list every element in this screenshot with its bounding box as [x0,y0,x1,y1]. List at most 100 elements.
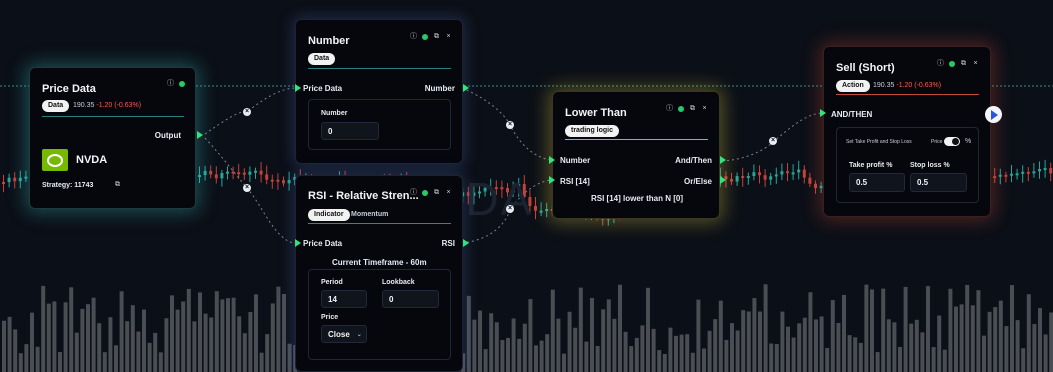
ticker-symbol: NVDA [76,154,108,166]
volume-bar [528,299,533,372]
volume-bar [730,323,734,372]
duplicate-icon[interactable]: ⧉ [689,105,696,112]
info-icon[interactable]: ⓘ [410,189,417,196]
volume-bar [954,306,958,372]
output-port-handle[interactable] [197,131,203,139]
volume-bar [254,294,258,372]
output-port-handle[interactable] [463,239,469,247]
input-port-handle[interactable] [295,239,301,247]
volume-bar [690,352,695,372]
volume-bar [987,311,992,372]
candle-body [1038,169,1041,172]
input-port-handle[interactable] [820,109,826,117]
volume-bar [192,321,197,372]
duplicate-icon[interactable]: ⧉ [433,189,440,196]
info-icon[interactable]: ⓘ [410,33,417,40]
node-title: Number [308,35,350,47]
rsi-node[interactable]: RSI - Relative Stren... ⓘ ⧉ × Indicator … [295,175,463,372]
candle-body [780,171,784,175]
volume-bar [965,284,970,372]
volume-bar [618,284,622,372]
candle-body [276,179,280,182]
volume-bar [52,301,57,372]
volume-bar [612,318,617,372]
volume-bar [18,353,23,372]
number-node[interactable]: Number ⓘ ⧉ × Data Price Data Number Numb… [295,19,463,164]
output-port-handle[interactable] [463,84,469,92]
volume-bar [550,289,555,372]
delete-connection-icon[interactable]: × [506,205,514,213]
input-port-handle[interactable] [295,84,301,92]
volume-bar [147,342,152,372]
or-else-output-handle[interactable] [720,176,726,184]
close-icon[interactable]: × [445,33,452,40]
volume-bar [203,313,208,372]
period-input[interactable]: 14 [321,290,367,308]
status-dot-icon [422,33,428,40]
node-actions: ⓘ [167,80,185,87]
candle-body [797,169,801,173]
price-change: -1.20 (-0.63%) [896,82,942,89]
volume-bar [774,343,779,372]
volume-bar [214,291,219,372]
volume-bar [942,349,947,372]
candle-body [1026,171,1030,174]
volume-bar [858,342,863,372]
price-percent-toggle[interactable] [944,137,960,146]
and-then-output-handle[interactable] [720,156,726,164]
candle-body [254,170,257,173]
title-underline [308,68,451,69]
delete-connection-icon[interactable]: × [243,108,251,116]
close-icon[interactable]: × [972,60,979,67]
candle-body [24,176,28,179]
info-icon[interactable]: ⓘ [666,105,673,112]
volume-bar [1021,348,1026,372]
close-icon[interactable]: × [445,189,452,196]
duplicate-icon[interactable]: ⧉ [433,33,440,40]
volume-bar [265,334,270,372]
lookback-input[interactable]: 0 [382,290,439,308]
candle-body [1043,168,1047,171]
volume-bar [741,310,746,372]
volume-bar [601,309,606,372]
volume-bar [998,300,1003,372]
info-icon[interactable]: ⓘ [167,80,174,87]
volume-bar [707,330,712,372]
price-select[interactable]: Close ⌄ [321,325,367,343]
volume-bar [578,287,583,372]
volume-bar [651,328,656,372]
node-title: Sell (Short) [836,62,895,74]
take-profit-input[interactable]: 0.5 [849,173,905,192]
delete-connection-icon[interactable]: × [243,184,251,192]
duplicate-icon[interactable]: ⧉ [960,60,967,67]
price-data-node[interactable]: Price Data ⓘ Data 190.35 -1.20 (-0.63%) … [29,67,196,209]
info-icon[interactable]: ⓘ [937,60,944,67]
volume-bar [282,293,286,372]
number-settings-panel: Number 0 [308,99,451,150]
candle-body [203,170,207,176]
copy-icon[interactable]: ⧉ [114,181,121,188]
volume-bar [668,327,673,372]
close-icon[interactable]: × [701,105,708,112]
volume-bar [287,343,292,372]
sell-short-node[interactable]: Sell (Short) ⓘ ⧉ × Action 190.35 -1.20 (… [823,46,991,217]
stop-loss-input[interactable]: 0.5 [910,173,967,192]
volume-bar [842,294,846,372]
delete-connection-icon[interactable]: × [769,137,777,145]
volume-bar [634,337,639,372]
number-input[interactable]: 0 [321,122,379,140]
volume-bar [209,317,214,372]
volume-bar [662,353,667,372]
candle-body [786,171,789,174]
delete-connection-icon[interactable]: × [506,121,514,129]
lower-than-node[interactable]: Lower Than ⓘ ⧉ × trading logic Number RS… [552,91,720,219]
price-label: Price [321,314,339,321]
candle-body [259,170,263,175]
input-port-handle[interactable] [549,156,555,164]
volume-bar [786,326,790,372]
volume-bar [914,319,919,372]
candle-body [774,174,778,177]
volume-bar [696,299,701,372]
input-port-handle[interactable] [549,176,555,184]
run-strategy-button[interactable] [985,106,1002,123]
